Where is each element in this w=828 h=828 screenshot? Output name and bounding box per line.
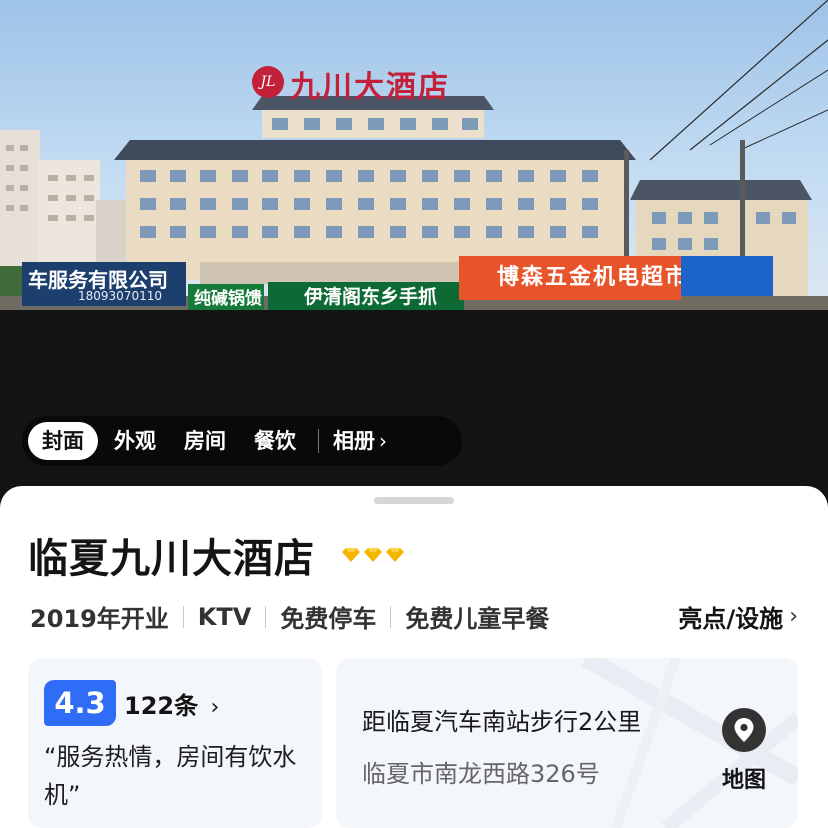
chevron-right-icon: › [379, 429, 387, 453]
map-button[interactable]: 地图 [712, 708, 776, 798]
hotel-address[interactable]: 临夏市南龙西路326号 [362, 754, 600, 789]
photo-category-tabs: 封面 外观 房间 餐饮 相册 › [22, 416, 462, 466]
tab-album-label: 相册 [333, 429, 375, 453]
tab-dining[interactable]: 餐饮 [240, 422, 310, 460]
location-card[interactable]: 距临夏汽车南站步行2公里 临夏市南龙西路326号 地图 [336, 658, 798, 828]
hotel-logo-icon: JL [252, 66, 284, 98]
rooftop-sign-text: 九川大酒店 [290, 70, 450, 105]
chevron-right-icon: › [789, 604, 798, 629]
feature-ktv: KTV [197, 602, 252, 631]
rating-score-badge: 4.3 [44, 680, 116, 726]
shop-sign-green-2: 伊清阁东乡手抓 [268, 282, 464, 310]
feature-free-kids-breakfast: 免费儿童早餐 [405, 605, 550, 633]
highlights-facilities-link[interactable]: 亮点/设施 › [678, 599, 798, 634]
shop-sign-phone: 18093070110 [78, 289, 162, 303]
tab-album[interactable]: 相册 › [329, 422, 401, 460]
feature-divider [182, 605, 184, 628]
tab-rooms[interactable]: 房间 [170, 422, 240, 460]
diamond-icon [342, 548, 360, 562]
feature-divider [265, 605, 267, 628]
distance-info: 距临夏汽车南站步行2公里 [362, 708, 642, 736]
sheet-drag-handle[interactable] [374, 497, 454, 504]
diamond-icon [386, 548, 404, 562]
hotel-photo: JL 九川大酒店 车服务有限公司 18093070110 纯碱锅馈 伊清阁东乡手… [0, 0, 828, 310]
feature-opened-year: 2019年开业 [30, 605, 169, 633]
tab-divider [318, 429, 319, 453]
diamond-icon [364, 548, 382, 562]
feature-divider [390, 605, 392, 628]
shop-sign-blue [681, 256, 773, 296]
shop-sign-orange: 博森五金机电超市 [459, 256, 681, 300]
review-count-link[interactable]: 122条 › [124, 686, 219, 721]
location-pin-icon [722, 708, 766, 752]
chevron-right-icon: › [210, 695, 220, 720]
highlights-label: 亮点/设施 [678, 605, 784, 633]
shop-sign-green-1: 纯碱锅馈 [188, 284, 264, 310]
hotel-info-sheet: 临夏九川大酒店 2019年开业 KTV 免费停车 免费儿童早餐 亮点/设施 › … [0, 486, 828, 828]
review-summary-card[interactable]: 4.3 122条 › “服务热情，房间有饮水机” [28, 658, 322, 828]
review-count: 122条 [124, 692, 199, 720]
hotel-diamond-rating [342, 548, 404, 562]
hotel-name: 临夏九川大酒店 [28, 536, 315, 582]
review-quote: “服务热情，房间有饮水机” [44, 743, 297, 809]
feature-free-parking: 免费停车 [280, 605, 377, 633]
hotel-cover-photo[interactable]: JL 九川大酒店 车服务有限公司 18093070110 纯碱锅馈 伊清阁东乡手… [0, 0, 828, 520]
map-label: 地图 [721, 768, 766, 793]
hotel-features: 2019年开业 KTV 免费停车 免费儿童早餐 [30, 599, 549, 634]
tab-cover[interactable]: 封面 [28, 422, 98, 460]
tab-exterior[interactable]: 外观 [100, 422, 170, 460]
hotel-rooftop-sign: JL 九川大酒店 [252, 58, 492, 106]
